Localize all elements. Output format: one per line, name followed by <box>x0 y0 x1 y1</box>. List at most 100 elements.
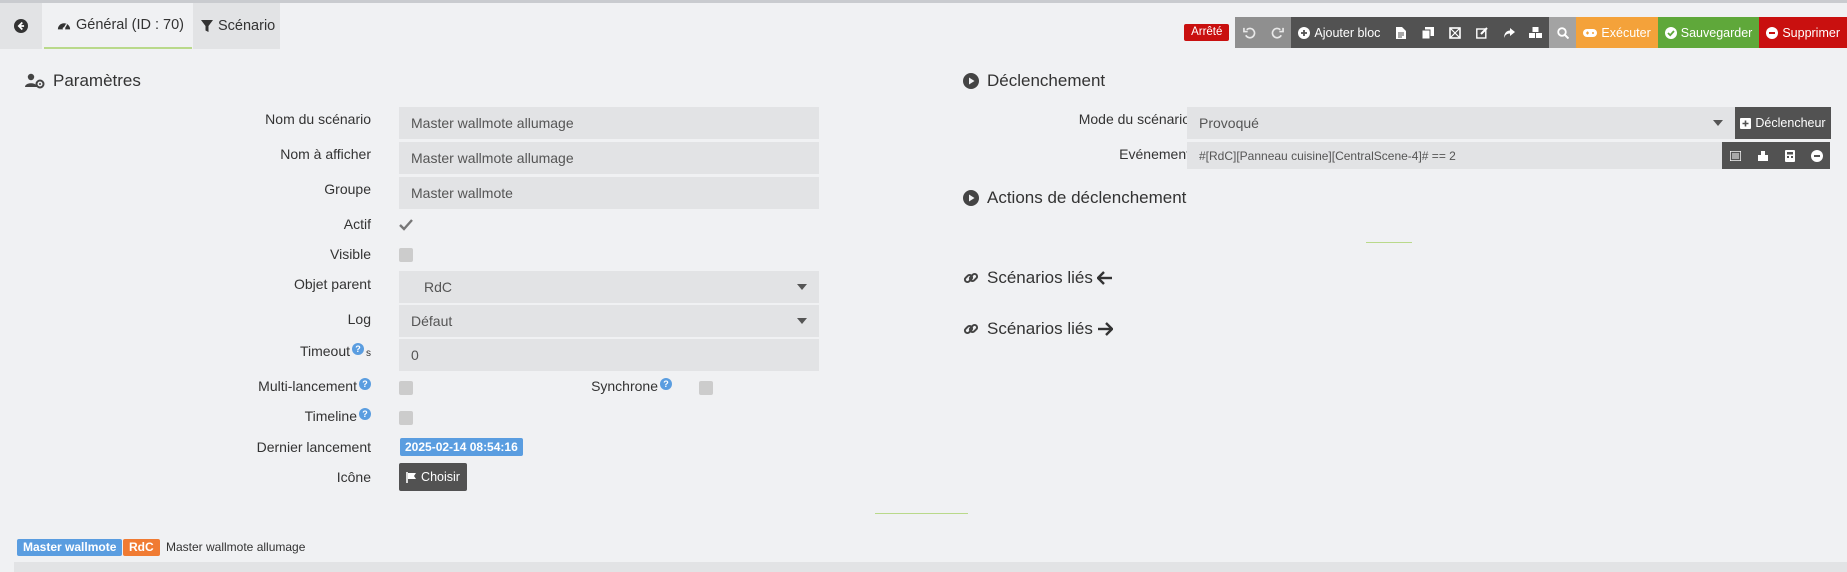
timeout-label-text: Timeout <box>299 343 350 359</box>
file-icon <box>1395 26 1406 39</box>
search-button[interactable] <box>1549 17 1577 48</box>
divider <box>1366 242 1412 243</box>
cubes-icon <box>1529 26 1543 38</box>
arrow-left-icon <box>1096 271 1112 285</box>
select-scenario-button[interactable] <box>1776 142 1803 169</box>
timeout-unit: s <box>366 348 371 359</box>
help-icon[interactable]: ? <box>359 408 371 420</box>
multi-launch-label-text: Multi-lancement <box>258 378 357 394</box>
display-name-label: Nom à afficher <box>280 146 371 162</box>
tab-general-label: Général (ID : 70) <box>76 17 184 33</box>
redo-button[interactable] <box>1263 17 1292 48</box>
active-checkbox[interactable] <box>398 217 414 233</box>
group-label: Groupe <box>324 181 371 197</box>
choose-label: Choisir <box>421 470 460 484</box>
synchronous-checkbox[interactable] <box>699 381 713 395</box>
export-button[interactable] <box>1495 17 1523 48</box>
edit-button[interactable] <box>1468 17 1496 48</box>
delete-label: Supprimer <box>1782 25 1840 40</box>
trigger-actions-heading: Actions de déclenchement <box>963 188 1186 208</box>
remove-trigger-button[interactable] <box>1803 142 1830 169</box>
list-icon <box>1730 150 1741 161</box>
add-block-button[interactable]: Ajouter bloc <box>1291 17 1388 48</box>
log-label: Log <box>347 311 371 327</box>
tab-general[interactable]: Général (ID : 70) <box>44 3 192 49</box>
visible-checkbox[interactable] <box>399 248 413 262</box>
scenario-mode-value: Provoqué <box>1199 115 1259 131</box>
icon-label: Icône <box>336 469 371 485</box>
tab-scenario-label: Scénario <box>218 18 276 34</box>
users-cog-icon <box>25 73 45 89</box>
chevron-down-icon <box>797 284 807 290</box>
group-tag: Master wallmote <box>17 539 123 556</box>
execute-button[interactable]: Exécuter <box>1576 17 1658 48</box>
chevron-down-icon <box>797 318 807 324</box>
play-circle-icon <box>963 73 979 89</box>
select-info-button[interactable] <box>1722 142 1749 169</box>
add-block-label: Ajouter bloc <box>1314 25 1381 40</box>
multi-launch-checkbox[interactable] <box>399 381 413 395</box>
active-label: Actif <box>343 216 371 232</box>
timeline-checkbox[interactable] <box>399 411 413 425</box>
select-command-button[interactable] <box>1749 142 1776 169</box>
footer-scenario-name: Master wallmote allumage <box>166 540 306 554</box>
group-input[interactable]: Master wallmote <box>399 177 819 209</box>
tab-scenario[interactable]: Scénario <box>193 3 280 49</box>
choose-icon-button[interactable]: Choisir <box>399 463 467 491</box>
params-heading: Paramètres <box>25 71 141 91</box>
duplicate-button[interactable] <box>1414 17 1442 48</box>
cube-icon <box>1757 150 1768 161</box>
scenario-mode-label: Mode du scénario <box>1078 111 1190 127</box>
log-button[interactable] <box>1387 17 1415 48</box>
help-icon[interactable]: ? <box>352 343 364 355</box>
help-icon[interactable]: ? <box>660 378 672 390</box>
scenario-name-input[interactable]: Master wallmote allumage <box>399 107 819 139</box>
parent-object-select[interactable]: RdC <box>399 271 819 303</box>
undo-icon <box>1242 27 1256 39</box>
help-icon[interactable]: ? <box>359 378 371 390</box>
event-label: Evénement <box>1119 146 1190 162</box>
log-value: Défaut <box>411 313 453 329</box>
cube-icon <box>1449 26 1461 39</box>
share-icon <box>1503 27 1515 38</box>
filter-icon <box>201 19 213 32</box>
play-circle-icon <box>963 190 979 206</box>
flag-icon <box>406 471 417 483</box>
last-run-label: Dernier lancement <box>256 439 371 455</box>
gamepad-icon <box>1583 28 1598 37</box>
trigger-heading: Déclenchement <box>963 71 1105 91</box>
divider <box>875 513 968 514</box>
log-select[interactable]: Défaut <box>399 305 819 337</box>
edit-icon <box>1476 26 1488 39</box>
minus-circle-icon <box>1766 26 1779 39</box>
arrow-right-icon <box>1097 322 1113 336</box>
redo-icon <box>1271 27 1284 39</box>
plus-circle-icon <box>1298 26 1311 39</box>
undo-button[interactable] <box>1235 17 1264 48</box>
trigger-actions-heading-text: Actions de déclenchement <box>987 188 1187 207</box>
linked-scenarios-in-heading: Scénarios liés <box>963 268 1121 288</box>
dashboard-icon <box>57 23 71 30</box>
template-button[interactable] <box>1441 17 1469 48</box>
timeline-label-text: Timeline <box>304 408 357 424</box>
delete-button[interactable]: Supprimer <box>1759 17 1847 48</box>
display-name-input[interactable]: Master wallmote allumage <box>399 142 819 174</box>
save-button[interactable]: Sauvegarder <box>1657 17 1760 48</box>
dependencies-button[interactable] <box>1522 17 1550 48</box>
timeout-input[interactable]: 0 <box>399 339 819 371</box>
add-trigger-button[interactable]: Déclencheur <box>1735 107 1831 139</box>
plus-square-icon <box>1740 117 1752 129</box>
event-input[interactable]: #[RdC][Panneau cuisine][CentralScene-4]#… <box>1187 142 1722 169</box>
tab-bar: Général (ID : 70) Scénario Arrêté Ajoute… <box>0 3 1847 49</box>
timeout-label: Timeout? s <box>180 343 371 359</box>
add-trigger-label: Déclencheur <box>1755 116 1826 130</box>
copy-icon <box>1421 26 1434 39</box>
visible-label: Visible <box>330 246 371 262</box>
linked-scenarios-out-heading: Scénarios liés <box>963 319 1121 339</box>
scenario-mode-select[interactable]: Provoqué <box>1187 107 1735 139</box>
calculator-icon <box>1784 149 1795 162</box>
back-button[interactable] <box>0 3 42 49</box>
minus-circle-icon <box>1810 149 1823 162</box>
check-circle-icon <box>1664 26 1677 39</box>
status-badge: Arrêté <box>1184 24 1230 41</box>
